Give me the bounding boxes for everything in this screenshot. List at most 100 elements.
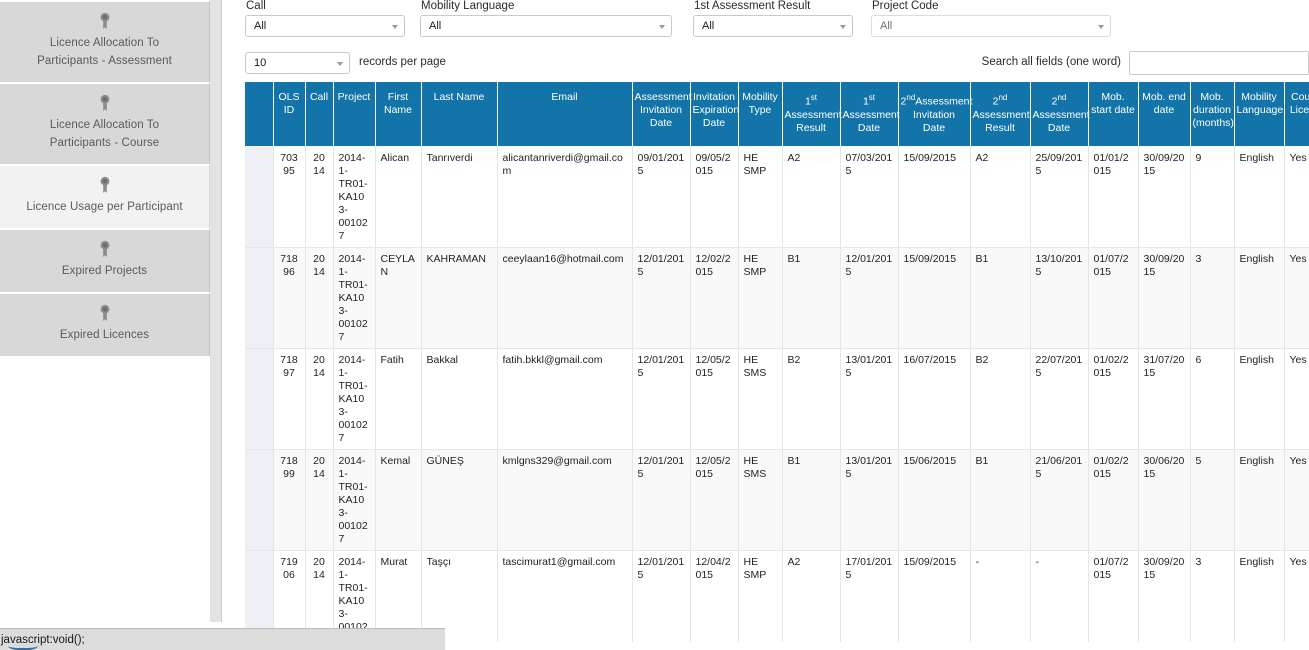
column-header-ols-id[interactable]: OLS ID [273, 82, 306, 147]
column-header-email[interactable]: Email [497, 82, 633, 147]
cell-mobility-type: HE SMS [737, 449, 783, 551]
cell-call: 2014 [304, 449, 334, 551]
search-input[interactable] [1129, 51, 1309, 75]
cell-call: 2014 [304, 348, 334, 450]
cell-first-assessment-date: 13/01/2015 [839, 449, 899, 551]
column-header-call[interactable]: Call [305, 82, 334, 147]
cell-mobility-type: HE SMS [737, 348, 783, 450]
cell-course-licence: Yes [1283, 550, 1309, 642]
sidebar-item-label: Participants - Assessment [37, 55, 172, 67]
chevron-down-icon [1098, 25, 1104, 29]
column-header-line: Assessment [972, 108, 1030, 121]
column-header-line: Date [702, 117, 726, 129]
filter-select-project-code[interactable]: All [871, 15, 1111, 37]
cell-last-name: Tanrıverdi [420, 146, 498, 248]
column-header-assessment-invitation-date[interactable]: Assessment Invitation Date [632, 82, 692, 147]
column-header-line: 2nd [1051, 93, 1067, 108]
column-header-line: Invitation Date [912, 108, 956, 134]
sidebar-item-label: Expired Licences [59, 329, 150, 341]
column-header-line: Mob. [1200, 91, 1224, 103]
cell-email: fatih.bkkl@gmail.com [496, 348, 633, 450]
cell-invitation-expiration-date: 12/02/2015 [689, 247, 739, 349]
sidebar: Licence Allocation To Participants - Asse… [0, 0, 210, 650]
filter-select-call[interactable]: All [245, 15, 405, 37]
cell-mobility-type: HE SMP [737, 247, 783, 349]
cell-mobility-language: English [1233, 348, 1285, 450]
sidebar-item-label: Licence Allocation To [49, 37, 160, 49]
table-row[interactable]: 71897 2014 2014-1-TR01-KA103-001027 Fatih Ba… [245, 348, 1309, 450]
cell-second-assessment-invitation-date: 15/09/2015 [897, 550, 971, 642]
column-header-course-licence[interactable]: CoursLicenc [1284, 82, 1309, 147]
table-row[interactable]: 71899 2014 2014-1-TR01-KA103-001027 Kemal GÜ… [245, 449, 1309, 551]
cell-email: ceeylaan16@hotmail.com [496, 247, 633, 349]
column-header-second-assessment-result[interactable]: 2nd Assessment Result [970, 82, 1031, 147]
sidebar-item-expired-projects[interactable]: Expired Projects [0, 228, 210, 292]
cell-first-assessment-date: 13/01/2015 [839, 348, 899, 450]
cell-mob-end-date: 30/09/2015 [1137, 550, 1191, 642]
column-header-line: 1st [804, 93, 818, 108]
cell-call: 2014 [304, 146, 334, 248]
column-header-line: duration [1193, 104, 1231, 116]
cell-second-assessment-date: 21/06/2015 [1029, 449, 1089, 551]
cell-first-assessment-result: B1 [781, 247, 841, 349]
cell-course-licence: Yes [1283, 348, 1309, 450]
column-header-second-assessment-invitation-date[interactable]: 2ndAssessment Invitation Date [898, 82, 972, 147]
column-header-mob-start-date[interactable]: Mob. start date [1088, 82, 1139, 147]
filter-value-first-assessment-result: All [702, 20, 715, 32]
cell-call: 2014 [304, 247, 334, 349]
data-table-container[interactable]: OLS ID Call Project First Name Last Name Email A… [245, 82, 1309, 642]
sidebar-item-licence-allocation-course[interactable]: Licence Allocation To Participants - Cour… [0, 82, 210, 164]
cell-second-assessment-date: - [1029, 550, 1089, 642]
table-row[interactable]: 70395 2014 2014-1-TR01-KA103-001027 Alican T… [245, 146, 1309, 248]
column-header-mobility-language[interactable]: Mobility Language [1234, 82, 1285, 147]
cell-mob-start-date: 01/02/2015 [1087, 348, 1139, 450]
cell-mob-end-date: 30/06/2015 [1137, 449, 1191, 551]
badge-icon [6, 304, 203, 322]
cell-project: 2014-1-TR01-KA103-001027 [332, 247, 376, 349]
cell-first-assessment-date: 07/03/2015 [839, 146, 899, 248]
sidebar-item-licence-allocation-assessment[interactable]: Licence Allocation To Participants - Asse… [0, 0, 210, 82]
column-header-select[interactable] [245, 82, 274, 147]
row-select-cell[interactable] [245, 348, 274, 450]
column-header-line: Name [383, 104, 412, 116]
row-select-cell[interactable] [245, 146, 274, 248]
sidebar-item-licence-usage-per-participant[interactable]: Licence Usage per Participant [0, 164, 210, 228]
cell-second-assessment-invitation-date: 15/09/2015 [897, 247, 971, 349]
cell-mob-end-date: 30/09/2015 [1137, 247, 1191, 349]
badge-icon [6, 12, 203, 30]
column-header-mobility-type[interactable]: Mobility Type [738, 82, 783, 147]
chevron-down-icon [337, 62, 343, 66]
filter-group-project-code: Project Code All [871, 0, 1111, 37]
column-header-last-name[interactable]: Last Name [421, 82, 498, 147]
filter-select-first-assessment-result[interactable]: All [693, 15, 853, 37]
row-select-cell[interactable] [245, 247, 274, 349]
cell-mob-start-date: 01/07/2015 [1087, 247, 1139, 349]
cell-mobility-language: English [1233, 247, 1285, 349]
column-header-first-assessment-date[interactable]: 1st Assessment Date [840, 82, 900, 147]
sidebar-scroll-gutter[interactable] [210, 0, 222, 630]
column-header-line: Type [748, 104, 772, 116]
filter-select-mobility-language[interactable]: All [420, 15, 672, 37]
column-header-project[interactable]: Project [333, 82, 376, 147]
column-header-first-name[interactable]: First Name [375, 82, 422, 147]
records-per-page-select[interactable]: 10 [245, 52, 350, 74]
row-select-cell[interactable] [245, 449, 274, 551]
filter-group-call: Call All [245, 0, 405, 37]
filter-value-project-code: All [880, 20, 893, 32]
column-header-mob-duration-months[interactable]: Mob. duration (months) [1190, 82, 1235, 147]
cell-second-assessment-invitation-date: 15/09/2015 [897, 146, 971, 248]
table-row[interactable]: 71896 2014 2014-1-TR01-KA103-001027 CEYLAN K… [245, 247, 1309, 349]
cell-mob-start-date: 01/02/2015 [1087, 449, 1139, 551]
cell-mobility-language: English [1233, 146, 1285, 248]
column-header-line: Last Name [433, 91, 485, 103]
column-header-mob-end-date[interactable]: Mob. end date [1138, 82, 1191, 147]
column-header-invitation-expiration-date[interactable]: Invitation Expiration Date [690, 82, 739, 147]
cell-second-assessment-result: B1 [969, 247, 1031, 349]
sidebar-item-expired-licences[interactable]: Expired Licences [0, 292, 210, 356]
column-header-line: Cours [1290, 91, 1309, 103]
column-header-line: Assessment [784, 108, 842, 121]
column-header-second-assessment-date[interactable]: 2nd Assessment Date [1030, 82, 1090, 147]
column-header-line: Assessment [634, 91, 692, 103]
column-header-first-assessment-result[interactable]: 1st Assessment Result [782, 82, 842, 147]
sidebar-item-label: Licence Allocation To [49, 119, 160, 131]
